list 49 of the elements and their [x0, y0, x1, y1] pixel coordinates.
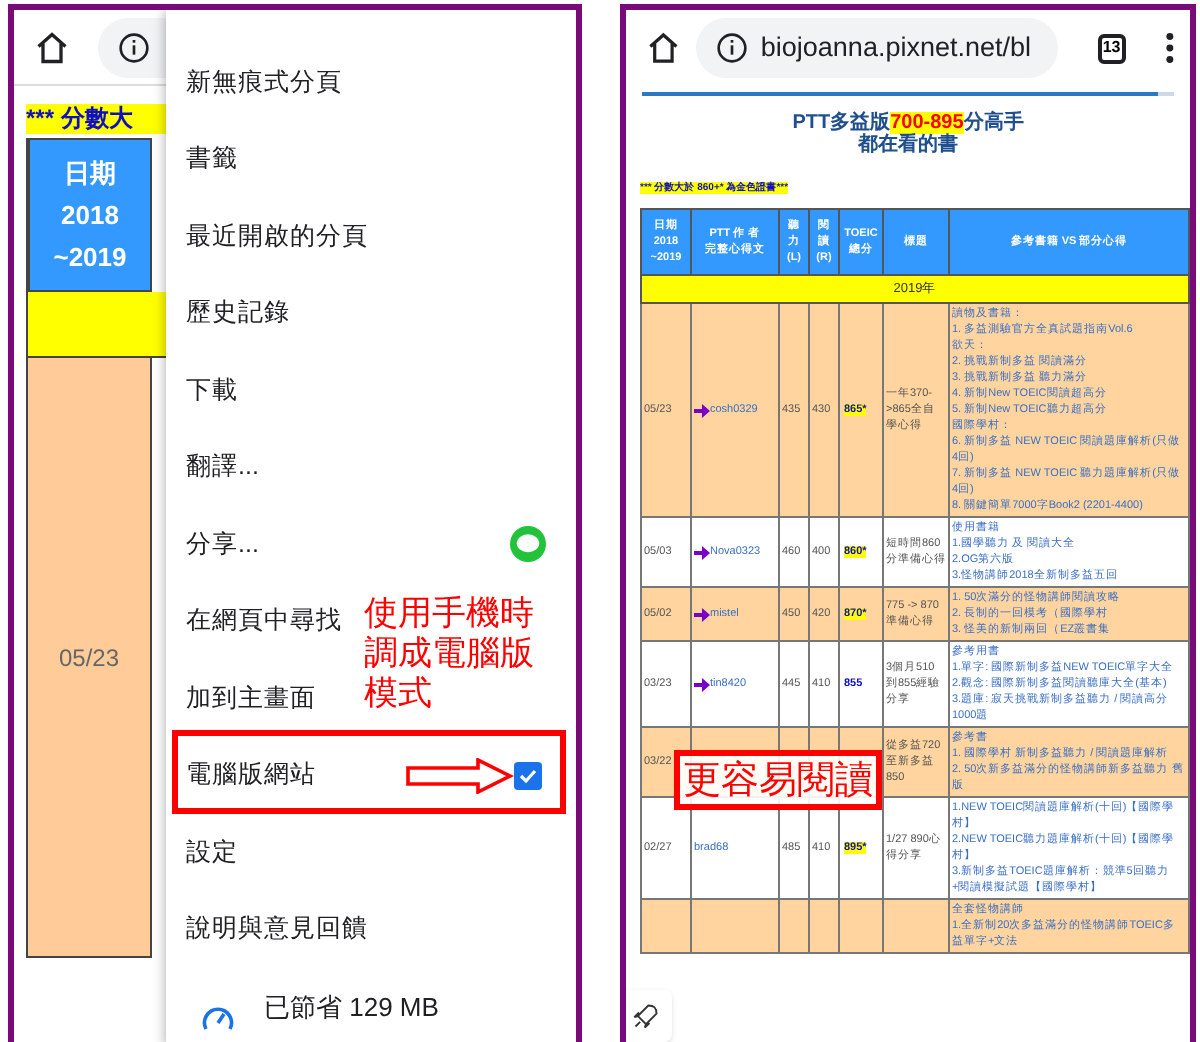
- annotation-text: 模式: [364, 674, 434, 714]
- menu-item[interactable]: 分享...: [166, 506, 566, 583]
- menu-item-text: 分享...: [186, 527, 259, 562]
- menu-item-text: 說明與意見回饋: [186, 912, 368, 947]
- arrow-icon: [694, 546, 710, 560]
- page-subtitle: 都在看的書: [856, 134, 960, 156]
- home-icon[interactable]: [34, 29, 70, 65]
- menu-item[interactable]: 在網頁中尋找: [166, 583, 354, 660]
- date-text: 05/23: [58, 641, 120, 675]
- menu-icon[interactable]: [1166, 32, 1174, 64]
- info-icon[interactable]: [118, 31, 150, 63]
- annotation-label: 更容易閱讀: [674, 750, 882, 810]
- menu-item-text: 在網頁中尋找: [186, 604, 342, 639]
- menu-item-text: 加到主畫面: [186, 681, 316, 716]
- menu-item[interactable]: 已節省 129 MB: [166, 968, 576, 1042]
- menu-item-text: 最近開啟的分頁: [186, 219, 368, 254]
- rocket-icon: [632, 1002, 660, 1030]
- annotation-text: 使用手機時: [364, 594, 534, 634]
- info-icon[interactable]: [716, 32, 749, 64]
- menu-item[interactable]: 歷史記錄: [166, 275, 302, 352]
- checkmark-icon: [518, 765, 538, 786]
- checkbox[interactable]: [514, 761, 542, 790]
- menu-item-text: 翻譯...: [186, 450, 259, 485]
- menu-item[interactable]: 加到主畫面: [166, 660, 328, 737]
- url-field[interactable]: biojoanna.pixnet.net/bl: [696, 18, 1057, 78]
- header-text: 日期: [64, 156, 116, 192]
- tab-count-button[interactable]: 13: [1097, 33, 1127, 63]
- menu-item-text: 已節省 129 MB: [264, 989, 439, 1025]
- header-text: ~2019: [53, 240, 127, 276]
- menu-item[interactable]: 說明與意見回饋: [166, 891, 380, 968]
- home-icon[interactable]: [646, 30, 681, 66]
- arrow-icon: [406, 757, 514, 793]
- menu-item[interactable]: 設定: [166, 814, 250, 891]
- annotation-text: 調成電腦版: [364, 634, 534, 674]
- arrow-icon: [694, 678, 710, 692]
- menu-item[interactable]: 翻譯...: [166, 429, 271, 506]
- rocket-button[interactable]: [626, 990, 672, 1042]
- menu-item[interactable]: 下載: [166, 352, 250, 429]
- arrow-icon: [694, 608, 710, 622]
- menu-item-text: 下載: [186, 373, 238, 408]
- menu-item-text: 歷史記錄: [186, 296, 290, 331]
- header-text: 2018: [61, 198, 119, 234]
- menu-item[interactable]: 電腦版網站: [166, 737, 566, 814]
- arrow-icon: [694, 404, 710, 418]
- menu-item[interactable]: 最近開啟的分頁: [166, 198, 380, 275]
- menu-item-text: 電腦版網站: [186, 758, 316, 793]
- menu-item-text: 設定: [186, 835, 238, 870]
- menu-item-text: 新無痕式分頁: [186, 65, 342, 100]
- menu-item-text: 書籤: [186, 142, 238, 177]
